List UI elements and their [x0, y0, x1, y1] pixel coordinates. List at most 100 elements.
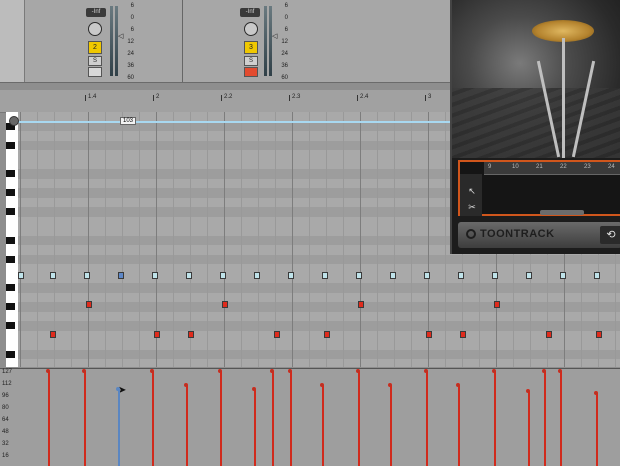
midi-note[interactable] [324, 331, 330, 338]
scissors-icon[interactable]: ✂ [466, 202, 478, 212]
velocity-stem[interactable] [82, 369, 86, 466]
midi-note[interactable] [492, 272, 498, 279]
arrow-icon[interactable]: ↖ [466, 186, 478, 196]
solo-button[interactable]: S [88, 56, 102, 66]
grid-line [258, 112, 259, 367]
arm-button[interactable] [244, 67, 258, 77]
grid-line [173, 112, 174, 367]
volume-readout[interactable]: -Inf [86, 8, 106, 17]
velocity-lane[interactable]: 127 112 96 80 64 48 32 16 ➤ [0, 368, 620, 466]
pan-knob[interactable] [88, 22, 102, 36]
velocity-stem[interactable] [150, 369, 154, 466]
ruler-tick: 2.3 [288, 94, 301, 101]
velocity-stem[interactable] [388, 383, 392, 466]
black-key[interactable] [6, 284, 15, 291]
midi-note[interactable] [358, 301, 364, 308]
midi-note[interactable] [254, 272, 260, 279]
midi-note[interactable] [594, 272, 600, 279]
level-meter [269, 6, 272, 76]
midi-note[interactable] [50, 272, 56, 279]
loop-label: 103 [120, 117, 137, 125]
velocity-stem[interactable] [356, 369, 360, 466]
midi-note[interactable] [186, 272, 192, 279]
velocity-stem[interactable] [288, 369, 292, 466]
midi-note[interactable] [222, 301, 228, 308]
velocity-stem[interactable] [218, 369, 222, 466]
midi-note[interactable] [188, 331, 194, 338]
midi-note[interactable] [118, 272, 124, 279]
black-key[interactable] [6, 303, 15, 310]
midi-note[interactable] [546, 331, 552, 338]
brand-bar: TOONTRACK ⟲ [458, 222, 620, 248]
grid-line [343, 112, 344, 367]
volume-readout[interactable]: -Inf [240, 8, 260, 17]
track-activator-button[interactable]: 2 [88, 41, 102, 54]
drum-plugin-window[interactable]: 9 10 21 22 23 24 ↖ ✂ TOONTRACK ⟲ [450, 0, 620, 254]
grid-line [122, 112, 123, 367]
velocity-stem[interactable] [542, 369, 546, 466]
scrollbar[interactable] [540, 210, 584, 215]
grid-line [309, 112, 310, 367]
midi-note[interactable] [322, 272, 328, 279]
loop-icon[interactable]: ⟲ [600, 226, 620, 244]
velocity-stem[interactable] [424, 369, 428, 466]
velocity-stem[interactable] [558, 369, 562, 466]
track-list-pane [0, 0, 25, 82]
velocity-stem[interactable] [492, 369, 496, 466]
grooves-ruler[interactable]: 9 10 21 22 23 24 [484, 162, 620, 175]
pan-knob[interactable] [244, 22, 258, 36]
midi-note[interactable] [86, 301, 92, 308]
timeline-ruler[interactable]: 1.4 2 2.2 2.3 2.4 3 [0, 90, 450, 113]
mixer-strip: -Inf 2 S ◁ 6 0 6 12 24 36 60 -Inf 3 S ◁ 6 0 6 12 2… [0, 0, 450, 83]
black-key[interactable] [6, 170, 15, 177]
velocity-stem[interactable] [526, 389, 530, 466]
midi-note[interactable] [424, 272, 430, 279]
piano-keyboard[interactable] [6, 112, 18, 367]
velocity-stem[interactable] [270, 369, 274, 466]
track-activator-button[interactable]: 3 [244, 41, 258, 54]
midi-note[interactable] [84, 272, 90, 279]
grid-line [224, 112, 225, 367]
midi-note[interactable] [152, 272, 158, 279]
midi-note[interactable] [526, 272, 532, 279]
midi-note[interactable] [154, 331, 160, 338]
grid-line [37, 112, 38, 367]
loop-brace[interactable] [18, 121, 450, 123]
velocity-stem-selected[interactable] [116, 387, 120, 466]
midi-note[interactable] [494, 301, 500, 308]
midi-note[interactable] [460, 331, 466, 338]
black-key[interactable] [6, 208, 15, 215]
midi-note[interactable] [288, 272, 294, 279]
black-key[interactable] [6, 322, 15, 329]
midi-note[interactable] [390, 272, 396, 279]
velocity-stem[interactable] [184, 383, 188, 466]
black-key[interactable] [6, 236, 15, 244]
black-key[interactable] [6, 350, 15, 358]
grid-line [411, 112, 412, 367]
midi-note[interactable] [426, 331, 432, 338]
grid-line [207, 112, 208, 367]
velocity-stem[interactable] [320, 383, 324, 466]
midi-note[interactable] [560, 272, 566, 279]
grooves-editor[interactable]: 9 10 21 22 23 24 ↖ ✂ [458, 160, 620, 216]
velocity-stem[interactable] [46, 369, 50, 466]
velocity-stem[interactable] [456, 383, 460, 466]
midi-note[interactable] [458, 272, 464, 279]
grid-line [105, 112, 106, 367]
midi-note[interactable] [356, 272, 362, 279]
grid-line [377, 112, 378, 367]
black-key[interactable] [6, 255, 15, 263]
midi-note[interactable] [274, 331, 280, 338]
mixer-channel-2: -Inf 2 S ◁ 6 0 6 12 24 36 60 [84, 0, 180, 82]
midi-note[interactable] [220, 272, 226, 279]
velocity-stem[interactable] [252, 387, 256, 466]
midi-note[interactable] [18, 272, 24, 279]
solo-button[interactable]: S [244, 56, 258, 66]
midi-note[interactable] [596, 331, 602, 338]
loop-brace-icon[interactable] [9, 116, 19, 126]
black-key[interactable] [6, 189, 15, 196]
black-key[interactable] [6, 141, 15, 149]
arm-button[interactable] [88, 67, 102, 77]
velocity-stem[interactable] [594, 391, 598, 466]
midi-note[interactable] [50, 331, 56, 338]
